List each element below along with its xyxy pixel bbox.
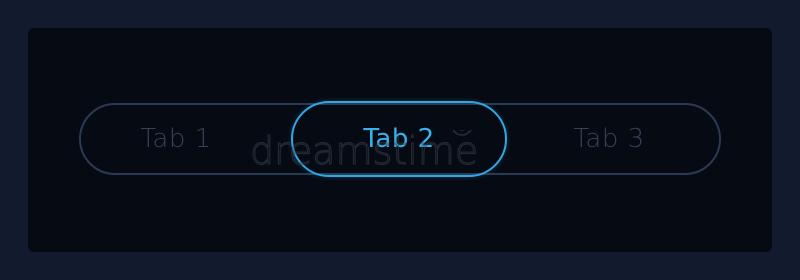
tab-2-label: Tab 2 bbox=[363, 124, 435, 154]
tab-1-label: Tab 1 bbox=[140, 124, 212, 154]
tab-3[interactable]: Tab 3 bbox=[499, 105, 719, 173]
tab-2-selected[interactable]: Tab 2 bbox=[291, 101, 507, 177]
tab-1[interactable]: Tab 1 bbox=[81, 105, 271, 173]
tab-3-label: Tab 3 bbox=[573, 124, 645, 154]
